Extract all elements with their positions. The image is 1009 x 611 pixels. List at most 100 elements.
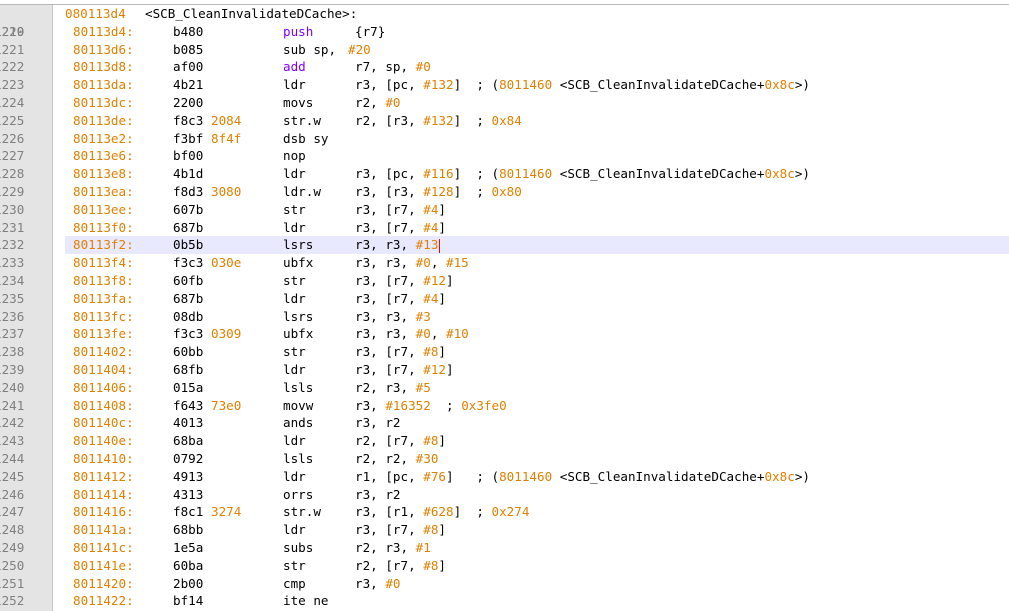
code-line[interactable]: 1244 8011410: 0792 lsls r2, r2, #30: [0, 450, 1009, 468]
operands: r2, r3, #5: [355, 379, 431, 397]
instruction-address: 80113d6:: [73, 41, 134, 57]
code-line[interactable]: 1223 80113da: 4b21 ldr r3, [pc, #132] ; (801…: [0, 76, 1009, 94]
mnemonic: lsrs: [283, 237, 314, 253]
code-line[interactable]: 1219 080113d4 <SCB_CleanInvalidateDCache…: [0, 5, 1009, 39]
code-line[interactable]: 1250 801141e: 60ba str r2, [r7, #8]: [0, 557, 1009, 575]
opcode-hex: bf14: [173, 593, 204, 609]
instruction-address: 80113fa:: [73, 290, 134, 306]
code-line[interactable]: 1239 8011404: 68fb ldr r3, [r7, #12]: [0, 361, 1009, 379]
opcode-hex: f8c1: [173, 504, 204, 520]
operands: r1, [pc, #76] ; (8011460 <SCB_CleanInval…: [355, 468, 810, 486]
mnemonic: add: [283, 59, 306, 75]
code-line[interactable]: 1220 80113d4: b480 push {r7}: [0, 23, 1009, 41]
code-line[interactable]: 1233 80113f4: f3c3 030e ubfx r3, r3, #0, #15: [0, 254, 1009, 272]
code-line[interactable]: 1242 801140c: 4013 ands r3, r2: [0, 414, 1009, 432]
operand-text: r3, [r7,: [355, 361, 424, 377]
code-line[interactable]: 1221 80113d6: b085 sub sp, #20: [0, 41, 1009, 59]
instruction-address: 8011414:: [73, 486, 134, 502]
current-code-line[interactable]: 1232 80113f2: 0b5b lsrs r3, r3, #13: [0, 236, 1009, 255]
code-line[interactable]: 1246 8011414: 4313 orrs r3, r2: [0, 486, 1009, 504]
code-line[interactable]: 1240 8011406: 015a lsls r2, r3, #5: [0, 379, 1009, 397]
code-line[interactable]: 1237 80113fe: f3c3 0309 ubfx r3, r3, #0, #10: [0, 325, 1009, 343]
operand-number: #12: [423, 361, 446, 377]
code-line[interactable]: 1222 80113d8: af00 add r7, sp, #0: [0, 58, 1009, 76]
operands: r2, r2, #30: [355, 450, 438, 468]
line-number: 1247: [0, 504, 25, 520]
code-line[interactable]: 1229 80113ea: f8d3 3080 ldr.w r3, [r3, #128] …: [0, 183, 1009, 201]
operand-text: ]: [438, 201, 447, 217]
code-line[interactable]: 1238 8011402: 60bb str r3, [r7, #8]: [0, 343, 1009, 361]
opcode-hex: 0792: [173, 450, 204, 466]
code-line[interactable]: 1227 80113e6: bf00 nop: [0, 147, 1009, 165]
operands: r3, [pc, #132] ; (8011460 <SCB_CleanInva…: [355, 76, 810, 94]
operand-text: r3, [r7,: [355, 272, 424, 288]
code-line[interactable]: 1241 8011408: f643 73e0 movw r3, #16352 ; 0x3…: [0, 397, 1009, 415]
operand-text: r3, [pc,: [355, 77, 424, 93]
mnemonic: lsrs: [283, 308, 314, 324]
code-line[interactable]: 1228 80113e8: 4b1d ldr r3, [pc, #116] ; (801…: [0, 165, 1009, 183]
instruction-address: 8011422:: [73, 593, 134, 609]
instruction-address: 8011408:: [73, 397, 134, 413]
code-line[interactable]: 1249 801141c: 1e5a subs r2, r3, #1: [0, 539, 1009, 557]
mnemonic: ldr: [283, 219, 306, 235]
mnemonic: ubfx: [283, 326, 314, 342]
line-number: 1231: [0, 219, 25, 235]
operand-number: #20: [348, 41, 371, 57]
opcode-hex: af00: [173, 59, 204, 75]
mnemonic: ldr: [283, 433, 306, 449]
line-number: 1252: [0, 593, 25, 609]
instruction-address: 8011412:: [73, 468, 134, 484]
code-line[interactable]: 1234 80113f8: 60fb str r3, [r7, #12]: [0, 272, 1009, 290]
opcode-hex: 68ba: [173, 433, 204, 449]
line-number: 1236: [0, 308, 25, 324]
code-line[interactable]: 1236 80113fc: 08db lsrs r3, r3, #3: [0, 308, 1009, 326]
operands: r3, [r3, #128] ; 0x80: [355, 183, 522, 201]
operand-number: #4: [423, 201, 439, 217]
operand-text: r3, [r7,: [355, 219, 424, 235]
code-line[interactable]: 1243 801140e: 68ba ldr r2, [r7, #8]: [0, 432, 1009, 450]
opcode-hex: 68fb: [173, 361, 204, 377]
operand-text: r3, [r3,: [355, 183, 424, 199]
instruction-address: 801140e:: [73, 433, 134, 449]
code-line[interactable]: 1245 8011412: 4913 ldr r1, [pc, #76] ; (8011…: [0, 468, 1009, 486]
line-number: 1245: [0, 468, 25, 484]
instruction-address: 80113f2:: [73, 237, 134, 253]
operands: r3, #0: [355, 575, 401, 593]
instruction-address: 80113da:: [73, 77, 134, 93]
operand-number: 0x274: [491, 504, 530, 520]
operand-text: ]: [446, 272, 454, 288]
code-line[interactable]: 1231 80113f0: 687b ldr r3, [r7, #4]: [0, 219, 1009, 237]
operands: r3, r3, #13: [355, 236, 441, 254]
operand-number: #12: [423, 272, 446, 288]
code-lines[interactable]: 1219 080113d4 <SCB_CleanInvalidateDCache…: [0, 5, 1009, 610]
code-line[interactable]: 1235 80113fa: 687b ldr r3, [r7, #4]: [0, 290, 1009, 308]
mnemonic: ldr: [283, 361, 306, 377]
operand-text: r3, [r7,: [355, 201, 424, 217]
opcode-hex: 687b: [173, 219, 204, 235]
instruction-address: 80113e2:: [73, 130, 134, 146]
line-number: 1239: [0, 361, 25, 377]
mnemonic: movs: [283, 94, 314, 110]
code-line[interactable]: 1226 80113e2: f3bf 8f4f dsb sy: [0, 130, 1009, 148]
code-editor[interactable]: 1219 080113d4 <SCB_CleanInvalidateDCache…: [0, 0, 1009, 611]
instruction-address: 8011402:: [73, 344, 134, 360]
mnemonic: ldr: [283, 77, 306, 93]
code-line[interactable]: 1251 8011420: 2b00 cmp r3, #0: [0, 575, 1009, 593]
operand-number: #13: [415, 237, 439, 253]
operands: r3, [r7, #8]: [355, 343, 446, 361]
operand-number: 8011460: [499, 166, 553, 182]
code-line[interactable]: 1225 80113de: f8c3 2084 str.w r2, [r3, #132] …: [0, 112, 1009, 130]
code-line[interactable]: 1252 8011422: bf14 ite ne: [0, 592, 1009, 610]
operands: r3, r3, #0, #10: [355, 325, 469, 343]
operands: r2, r3, #1: [355, 539, 431, 557]
operands: r7, sp, #0: [355, 58, 431, 76]
code-line[interactable]: 1248 801141a: 68bb ldr r3, [r7, #8]: [0, 521, 1009, 539]
code-line[interactable]: 1230 80113ee: 607b str r3, [r7, #4]: [0, 201, 1009, 219]
operand-text: r2,: [355, 94, 386, 110]
code-line[interactable]: 1247 8011416: f8c1 3274 str.w r3, [r1, #628] …: [0, 503, 1009, 521]
line-number: 1225: [0, 112, 25, 128]
operand-text: r3, [r7,: [355, 344, 424, 360]
code-line[interactable]: 1224 80113dc: 2200 movs r2, #0: [0, 94, 1009, 112]
operand-number: 8011460: [499, 468, 553, 484]
operand-number: #0: [385, 575, 401, 591]
